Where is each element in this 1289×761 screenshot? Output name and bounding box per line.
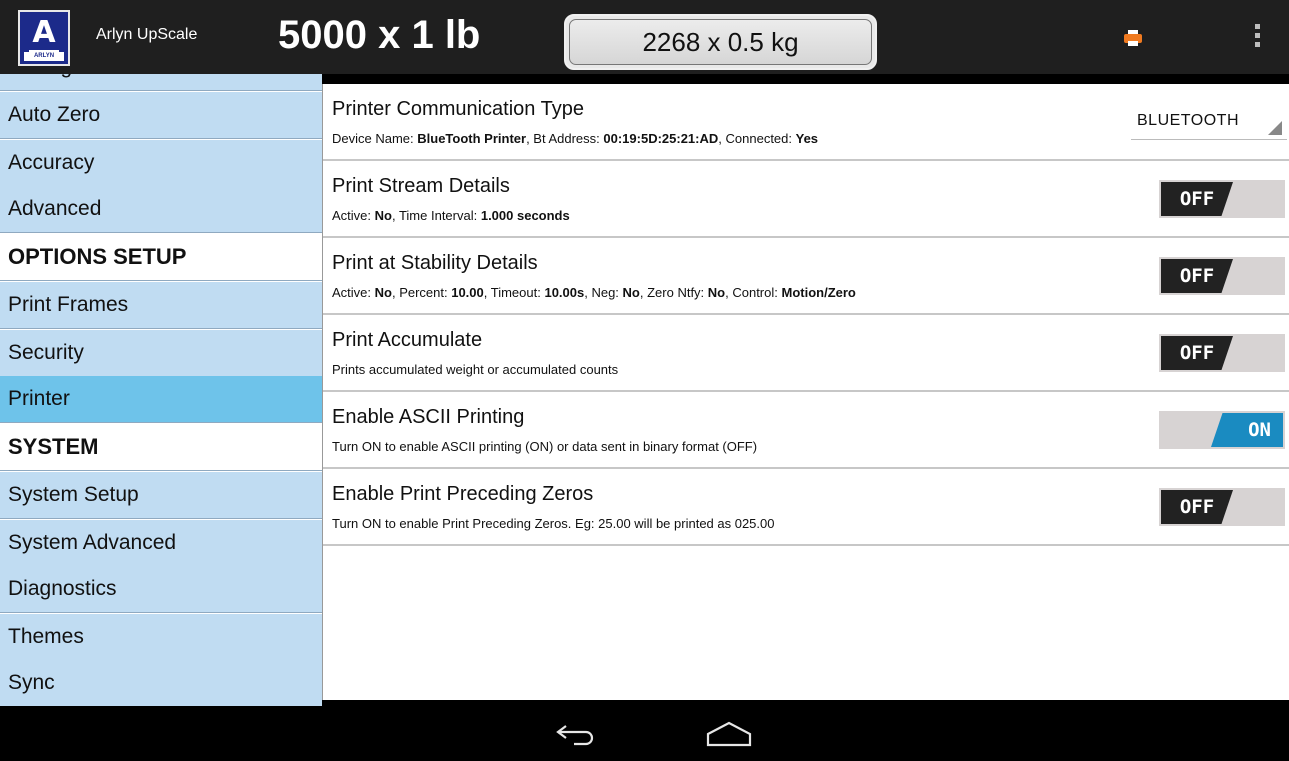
setting-description: Active: No, Percent: 10.00, Timeout: 10.…: [332, 285, 856, 300]
setting-description: Device Name: BlueTooth Printer, Bt Addre…: [332, 131, 819, 146]
logo-letter: A: [32, 15, 56, 50]
sidebar-item-accuracy[interactable]: Accuracy: [0, 140, 322, 187]
sidebar-item-security[interactable]: Security: [0, 330, 322, 377]
app-title: Arlyn UpScale: [96, 26, 198, 43]
back-icon[interactable]: [554, 722, 598, 746]
setting-description: Turn ON to enable ASCII printing (ON) or…: [332, 439, 758, 454]
setting-print-at-stability[interactable]: Print at Stability Details Active: No, P…: [323, 238, 1289, 315]
sidebar-item-auto-zero[interactable]: Auto Zero: [0, 92, 322, 139]
setting-print-stream-details[interactable]: Print Stream Details Active: No, Time In…: [323, 161, 1289, 238]
arlyn-logo[interactable]: A ARLYN: [18, 10, 70, 66]
sidebar-header-options-setup: OPTIONS SETUP: [0, 234, 322, 281]
action-bar: A ARLYN Arlyn UpScale 5000 x 1 lb 2268 x…: [0, 0, 1289, 74]
preceding-zeros-toggle[interactable]: OFF: [1159, 488, 1285, 526]
sidebar-item-print-frames[interactable]: Print Frames: [0, 282, 322, 329]
sidebar-item-diagnostics[interactable]: Diagnostics: [0, 566, 322, 613]
dropdown-triangle-icon: [1268, 121, 1282, 135]
dropdown-value: BLUETOOTH: [1137, 112, 1239, 129]
toggle-knob: OFF: [1161, 490, 1233, 524]
print-accumulate-toggle[interactable]: OFF: [1159, 334, 1285, 372]
setting-description: Prints accumulated weight or accumulated…: [332, 362, 619, 377]
logo-text: ARLYN: [24, 52, 64, 61]
setting-title: Print at Stability Details: [332, 252, 538, 274]
sidebar-item-advanced[interactable]: Advanced: [0, 186, 322, 233]
print-stream-toggle[interactable]: OFF: [1159, 180, 1285, 218]
communication-type-dropdown[interactable]: BLUETOOTH: [1131, 106, 1287, 140]
sidebar-item-sync[interactable]: Sync: [0, 660, 322, 706]
setting-title: Print Stream Details: [332, 175, 510, 197]
overflow-menu-icon[interactable]: [1252, 24, 1262, 52]
toggle-knob: OFF: [1161, 336, 1233, 370]
setting-title: Enable Print Preceding Zeros: [332, 483, 594, 505]
sidebar-item-themes[interactable]: Themes: [0, 614, 322, 661]
setting-enable-print-preceding-zeros[interactable]: Enable Print Preceding Zeros Turn ON to …: [323, 469, 1289, 546]
sidebar-item-manage-units[interactable]: Manage Units: [0, 74, 322, 91]
printer-settings-panel: Printer Communication Type Device Name: …: [322, 84, 1289, 700]
settings-sidebar: Manage Units Auto Zero Accuracy Advanced…: [0, 74, 322, 706]
system-nav-bar: [0, 706, 1289, 761]
setting-title: Enable ASCII Printing: [332, 406, 525, 428]
printer-icon[interactable]: [1124, 30, 1142, 46]
home-icon[interactable]: [704, 720, 754, 748]
setting-print-accumulate[interactable]: Print Accumulate Prints accumulated weig…: [323, 315, 1289, 392]
print-at-stability-toggle[interactable]: OFF: [1159, 257, 1285, 295]
sidebar-header-system: SYSTEM: [0, 424, 322, 471]
toggle-knob: OFF: [1161, 259, 1233, 293]
capacity-kg-button[interactable]: 2268 x 0.5 kg: [564, 14, 877, 70]
setting-title: Print Accumulate: [332, 329, 483, 351]
sidebar-item-system-setup[interactable]: System Setup: [0, 472, 322, 519]
ascii-printing-toggle[interactable]: ON: [1159, 411, 1285, 449]
setting-title: Printer Communication Type: [332, 98, 584, 120]
setting-enable-ascii-printing[interactable]: Enable ASCII Printing Turn ON to enable …: [323, 392, 1289, 469]
sidebar-item-system-advanced[interactable]: System Advanced: [0, 520, 322, 567]
capacity-lb-display: 5000 x 1 lb: [278, 13, 481, 57]
setting-printer-communication-type[interactable]: Printer Communication Type Device Name: …: [323, 84, 1289, 161]
setting-description: Turn ON to enable Print Preceding Zeros.…: [332, 516, 775, 531]
sidebar-item-printer[interactable]: Printer: [0, 376, 322, 423]
setting-description: Active: No, Time Interval: 1.000 seconds: [332, 208, 570, 223]
toggle-knob: OFF: [1161, 182, 1233, 216]
toggle-knob: ON: [1211, 413, 1283, 447]
capacity-kg-label: 2268 x 0.5 kg: [569, 19, 872, 65]
